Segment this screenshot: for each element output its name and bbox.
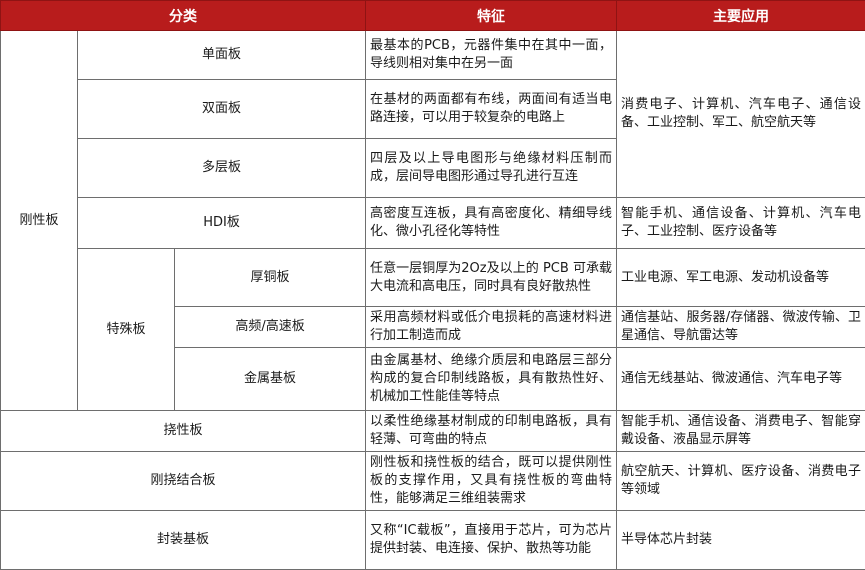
multilayer-name: 多层板	[78, 139, 366, 198]
high-frequency-name: 高频/高速板	[175, 307, 366, 348]
thick-copper-applications: 工业电源、军工电源、发动机设备等	[617, 249, 865, 307]
double-sided-features: 在基材的两面都有布线，两面间有适当电路连接，可以用于较复杂的电路上	[366, 80, 617, 139]
flexible-features: 以柔性绝缘基材制成的印制电路板，具有轻薄、可弯曲的特点	[366, 411, 617, 452]
special-board-cell: 特殊板	[78, 249, 175, 411]
header-features: 特征	[366, 1, 617, 31]
hdi-name: HDI板	[78, 198, 366, 249]
metal-base-features: 由金属基材、绝缘介质层和电路层三部分构成的复合印制线路板，具有散热性好、机械加工…	[366, 348, 617, 411]
rigid-group-applications: 消费电子、计算机、汽车电子、通信设备、工业控制、军工、航空航天等	[617, 31, 865, 198]
table-row: 特殊板 厚铜板 任意一层铜厚为2Oz及以上的 PCB 可承载大电流和高电压，同时…	[1, 249, 865, 307]
hdi-features: 高密度互连板，具有高密度化、精细导线化、微小孔径化等特性	[366, 198, 617, 249]
metal-base-applications: 通信无线基站、微波通信、汽车电子等	[617, 348, 865, 411]
header-row: 分类 特征 主要应用	[1, 1, 865, 31]
header-category: 分类	[1, 1, 366, 31]
flexible-applications: 智能手机、通信设备、消费电子、智能穿戴设备、液晶显示屏等	[617, 411, 865, 452]
table-row: 封装基板 又称“IC载板”，直接用于芯片，可为芯片提供封装、电连接、保护、散热等…	[1, 511, 865, 570]
single-sided-features: 最基本的PCB，元器件集中在其中一面，导线则相对集中在另一面	[366, 31, 617, 80]
table-row: 刚挠结合板 刚性板和挠性板的结合，既可以提供刚性板的支撑作用，又具有挠性板的弯曲…	[1, 452, 865, 511]
package-substrate-features: 又称“IC载板”，直接用于芯片，可为芯片提供封装、电连接、保护、散热等功能	[366, 511, 617, 570]
table-row: 刚性板 单面板 最基本的PCB，元器件集中在其中一面，导线则相对集中在另一面 消…	[1, 31, 865, 80]
rigid-flex-name: 刚挠结合板	[1, 452, 366, 511]
high-frequency-features: 采用高频材料或低介电损耗的高速材料进行加工制造而成	[366, 307, 617, 348]
package-substrate-name: 封装基板	[1, 511, 366, 570]
rigid-board-cell: 刚性板	[1, 31, 78, 411]
table-row: HDI板 高密度互连板，具有高密度化、精细导线化、微小孔径化等特性 智能手机、通…	[1, 198, 865, 249]
package-substrate-applications: 半导体芯片封装	[617, 511, 865, 570]
high-frequency-applications: 通信基站、服务器/存储器、微波传输、卫星通信、导航雷达等	[617, 307, 865, 348]
double-sided-name: 双面板	[78, 80, 366, 139]
multilayer-features: 四层及以上导电图形与绝缘材料压制而成，层间导电图形通过导孔进行互连	[366, 139, 617, 198]
hdi-applications: 智能手机、通信设备、计算机、汽车电子、工业控制、医疗设备等	[617, 198, 865, 249]
rigid-flex-applications: 航空航天、计算机、医疗设备、消费电子等领域	[617, 452, 865, 511]
header-applications: 主要应用	[617, 1, 865, 31]
single-sided-name: 单面板	[78, 31, 366, 80]
thick-copper-name: 厚铜板	[175, 249, 366, 307]
rigid-flex-features: 刚性板和挠性板的结合，既可以提供刚性板的支撑作用，又具有挠性板的弯曲特性，能够满…	[366, 452, 617, 511]
pcb-classification-table: 分类 特征 主要应用 刚性板 单面板 最基本的PCB，元器件集中在其中一面，导线…	[0, 0, 865, 570]
thick-copper-features: 任意一层铜厚为2Oz及以上的 PCB 可承载大电流和高电压，同时具有良好散热性	[366, 249, 617, 307]
flexible-name: 挠性板	[1, 411, 366, 452]
metal-base-name: 金属基板	[175, 348, 366, 411]
table-row: 挠性板 以柔性绝缘基材制成的印制电路板，具有轻薄、可弯曲的特点 智能手机、通信设…	[1, 411, 865, 452]
